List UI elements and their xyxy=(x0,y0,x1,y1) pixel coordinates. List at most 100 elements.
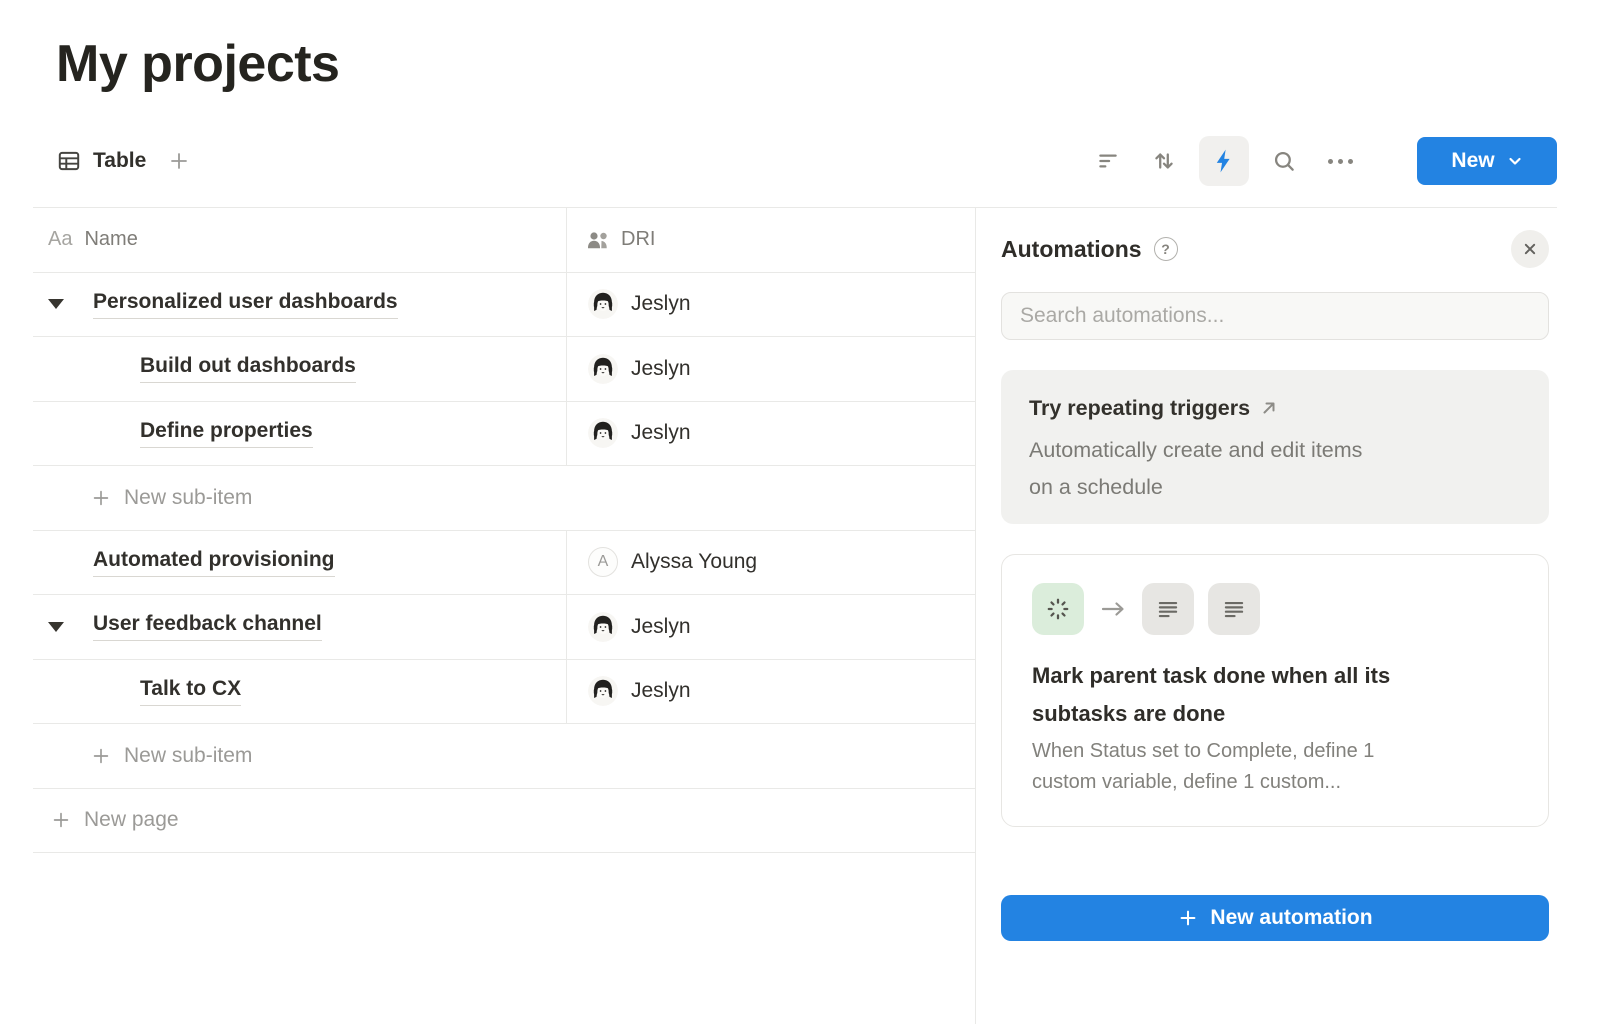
edit-property-icon xyxy=(1142,583,1194,635)
table-row: Define properties Jeslyn xyxy=(33,402,975,467)
page-link[interactable]: User feedback channel xyxy=(93,612,322,641)
tab-table[interactable]: Table xyxy=(56,148,146,174)
dri-person-name: Jeslyn xyxy=(631,421,691,445)
sort-button[interactable] xyxy=(1143,140,1185,182)
dri-person-name: Jeslyn xyxy=(631,615,691,639)
dri-cell[interactable]: A Alyssa Young xyxy=(566,531,975,595)
avatar-jeslyn xyxy=(588,612,618,642)
arrow-up-right-icon xyxy=(1260,399,1278,417)
name-cell: Personalized user dashboards xyxy=(33,273,566,337)
close-icon xyxy=(1520,239,1540,259)
avatar-jeslyn xyxy=(588,289,618,319)
page-link[interactable]: Personalized user dashboards xyxy=(93,290,398,319)
automation-icons xyxy=(1032,583,1518,635)
projects-table: Aa Name DRI Personalized user d xyxy=(33,208,975,853)
page-title[interactable]: My projects xyxy=(56,34,339,94)
table-row: Automated provisioning A Alyssa Young xyxy=(33,531,975,596)
dri-person-name: Alyssa Young xyxy=(631,550,757,574)
promo-title: Try repeating triggers xyxy=(1029,389,1250,427)
new-automation-button[interactable]: New automation xyxy=(1001,895,1549,941)
avatar-jeslyn xyxy=(588,354,618,384)
collapse-toggle[interactable] xyxy=(44,615,68,639)
avatar-jeslyn xyxy=(588,676,618,706)
dri-person-name: Jeslyn xyxy=(631,679,691,703)
search-automations-input[interactable] xyxy=(1001,292,1549,340)
plus-icon xyxy=(50,809,72,831)
filter-button[interactable] xyxy=(1087,140,1129,182)
table-header-row: Aa Name DRI xyxy=(33,208,975,273)
name-cell: Automated provisioning xyxy=(33,531,566,595)
page-link[interactable]: Automated provisioning xyxy=(93,548,335,577)
table-row: Personalized user dashboards Jeslyn xyxy=(33,273,975,338)
dri-cell[interactable]: Jeslyn xyxy=(566,595,975,659)
filter-icon xyxy=(1095,148,1121,174)
arrow-right-icon xyxy=(1098,597,1128,621)
plus-icon xyxy=(167,149,191,173)
column-header-name[interactable]: Aa Name xyxy=(33,208,566,272)
new-page-label: New page xyxy=(84,808,179,832)
dri-cell[interactable]: Jeslyn xyxy=(566,660,975,724)
name-cell: Build out dashboards xyxy=(33,337,566,401)
plus-icon xyxy=(90,487,112,509)
new-button[interactable]: New xyxy=(1417,137,1557,185)
help-icon[interactable]: ? xyxy=(1154,237,1178,261)
chevron-down-icon[interactable] xyxy=(1507,153,1523,169)
automation-card[interactable]: Mark parent task done when all its subta… xyxy=(1001,554,1549,827)
automation-title: Mark parent task done when all its subta… xyxy=(1032,657,1518,733)
lightning-bolt-icon xyxy=(1210,147,1238,175)
page-link[interactable]: Build out dashboards xyxy=(140,354,356,383)
text-type-icon: Aa xyxy=(48,228,72,251)
repeating-triggers-promo-card[interactable]: Try repeating triggers Automatically cre… xyxy=(1001,370,1549,524)
new-automation-label: New automation xyxy=(1210,906,1372,930)
dri-cell[interactable]: Jeslyn xyxy=(566,273,975,337)
name-cell: Define properties xyxy=(33,402,566,466)
close-panel-button[interactable] xyxy=(1511,230,1549,268)
name-cell: User feedback channel xyxy=(33,595,566,659)
plus-icon xyxy=(90,745,112,767)
panel-header: Automations ? xyxy=(1001,226,1549,272)
avatar-jeslyn xyxy=(588,418,618,448)
page-link[interactable]: Talk to CX xyxy=(140,677,241,706)
tab-table-label: Table xyxy=(93,149,146,173)
people-icon xyxy=(585,228,611,252)
triangle-down-icon xyxy=(48,622,64,632)
toolbar-actions: New xyxy=(1087,136,1557,186)
avatar-initial: A xyxy=(588,547,618,577)
new-page-row[interactable]: New page xyxy=(33,789,975,854)
dri-person-name: Jeslyn xyxy=(631,357,691,381)
dri-cell[interactable]: Jeslyn xyxy=(566,402,975,466)
collapse-toggle[interactable] xyxy=(44,292,68,316)
name-cell: Talk to CX xyxy=(33,660,566,724)
column-header-dri-label: DRI xyxy=(621,228,655,251)
automation-description: When Status set to Complete, define 1 cu… xyxy=(1032,736,1518,798)
page-link[interactable]: Define properties xyxy=(140,419,313,448)
ellipsis-icon xyxy=(1328,159,1353,164)
search-button[interactable] xyxy=(1263,140,1305,182)
search-icon xyxy=(1271,148,1297,174)
panel-title: Automations xyxy=(1001,236,1142,263)
promo-description: Automatically create and edit items on a… xyxy=(1029,432,1521,506)
table-row: User feedback channel Jeslyn xyxy=(33,595,975,660)
dri-person-name: Jeslyn xyxy=(631,292,691,316)
new-sub-item-label: New sub-item xyxy=(124,744,252,768)
table-icon xyxy=(56,148,82,174)
trigger-status-icon xyxy=(1032,583,1084,635)
table-row: Talk to CX Jeslyn xyxy=(33,660,975,725)
automations-button-active[interactable] xyxy=(1199,136,1249,186)
add-view-button[interactable] xyxy=(158,140,200,182)
view-toolbar: Table xyxy=(56,134,1557,188)
new-button-label: New xyxy=(1451,149,1494,173)
new-sub-item-row[interactable]: New sub-item xyxy=(33,466,975,531)
edit-property-icon xyxy=(1208,583,1260,635)
column-header-dri[interactable]: DRI xyxy=(566,208,975,272)
sort-icon xyxy=(1151,148,1177,174)
triangle-down-icon xyxy=(48,299,64,309)
table-row: Build out dashboards Jeslyn xyxy=(33,337,975,402)
plus-icon xyxy=(1177,907,1199,929)
column-header-name-label: Name xyxy=(84,228,137,251)
new-sub-item-row[interactable]: New sub-item xyxy=(33,724,975,789)
new-sub-item-label: New sub-item xyxy=(124,486,252,510)
more-options-button[interactable] xyxy=(1319,140,1361,182)
automations-panel: Automations ? Try repeating triggers xyxy=(976,208,1622,1024)
dri-cell[interactable]: Jeslyn xyxy=(566,337,975,401)
